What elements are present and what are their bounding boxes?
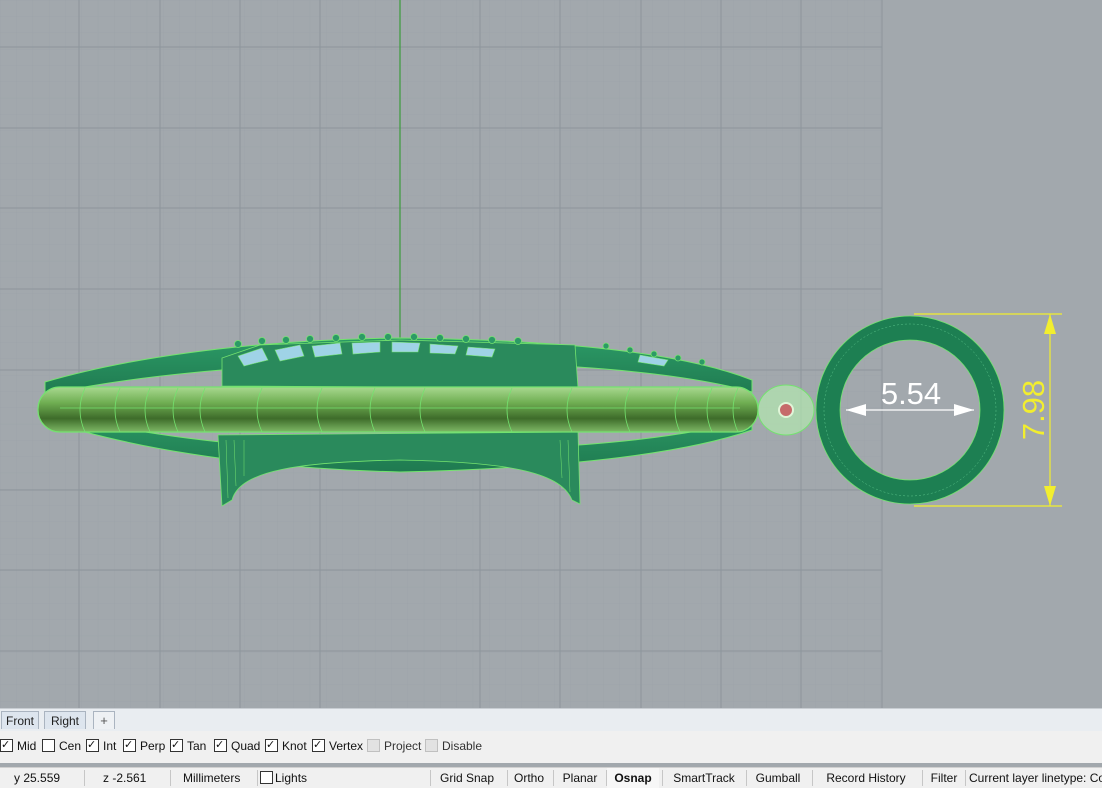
status-info-text: Current layer linetype: Co [969, 771, 1102, 785]
osnap-mid[interactable]: Mid [0, 737, 37, 755]
grid-snap-button[interactable]: Grid Snap [431, 768, 503, 788]
osnap-quad-label: Quad [231, 739, 261, 753]
layer-name: Lights [275, 771, 308, 785]
checkbox-int[interactable] [86, 737, 99, 752]
dimension-diameter-text: 5.54 [881, 376, 941, 411]
osnap-perp-label: Perp [140, 739, 166, 753]
checkbox-tan[interactable] [170, 737, 183, 752]
checkbox-perp[interactable] [123, 737, 136, 752]
ortho-button[interactable]: Ortho [508, 768, 550, 788]
record-history-button[interactable]: Record History [813, 768, 919, 788]
units-label[interactable]: Millimeters [183, 768, 255, 788]
osnap-int-label: Int [103, 739, 117, 753]
osnap-project[interactable]: Project [367, 739, 421, 755]
checkbox-cen[interactable] [42, 739, 55, 752]
tab-front[interactable]: Front [1, 711, 39, 729]
osnap-cen[interactable]: Cen [42, 739, 81, 755]
viewport-right[interactable]: 5.54 7.98 [0, 0, 1102, 708]
osnap-perp[interactable]: Perp [123, 737, 166, 755]
osnap-tan[interactable]: Tan [170, 737, 207, 755]
osnap-cen-label: Cen [59, 739, 82, 753]
osnap-knot[interactable]: Knot [265, 737, 307, 755]
checkbox-disable[interactable] [425, 739, 438, 752]
osnap-knot-label: Knot [282, 739, 307, 753]
osnap-vertex-label: Vertex [329, 739, 364, 753]
osnap-tan-label: Tan [187, 739, 207, 753]
add-viewport-icon[interactable]: + [93, 711, 115, 729]
layer-selector[interactable]: Lights [260, 768, 420, 788]
osnap-button[interactable]: Osnap [607, 768, 659, 788]
osnap-disable-label: Disable [442, 739, 483, 753]
dimension-vertical-text: 7.98 [1016, 380, 1051, 440]
viewport-canvas[interactable]: 5.54 7.98 [0, 0, 1102, 708]
checkbox-quad[interactable] [214, 737, 227, 752]
connector-hole [778, 402, 794, 418]
checkbox-mid[interactable] [0, 737, 13, 752]
planar-button[interactable]: Planar [554, 768, 606, 788]
coord-y: y 25.559 [14, 771, 61, 785]
central-tube [37, 386, 759, 433]
checkbox-vertex[interactable] [312, 737, 325, 752]
osnap-disable[interactable]: Disable [425, 739, 482, 755]
layer-color-swatch [260, 771, 273, 784]
smarttrack-button[interactable]: SmartTrack [663, 768, 745, 788]
osnap-toolbar: Mid Cen Int Perp Tan Quad Knot Vertex Pr… [0, 731, 1102, 763]
gumball-button[interactable]: Gumball [747, 768, 809, 788]
osnap-mid-label: Mid [17, 739, 37, 753]
checkbox-project[interactable] [367, 739, 380, 752]
viewport-tabs: Front Right + [0, 708, 1102, 731]
osnap-quad[interactable]: Quad [214, 737, 261, 755]
status-bar: y 25.559 z -2.561 Millimeters Lights Gri… [0, 767, 1102, 788]
osnap-project-label: Project [384, 739, 422, 753]
checkbox-knot[interactable] [265, 737, 278, 752]
filter-button[interactable]: Filter [923, 768, 965, 788]
coord-z: z -2.561 [103, 771, 147, 785]
osnap-vertex[interactable]: Vertex [312, 737, 364, 755]
tab-right[interactable]: Right [44, 711, 86, 729]
osnap-int[interactable]: Int [86, 737, 117, 755]
